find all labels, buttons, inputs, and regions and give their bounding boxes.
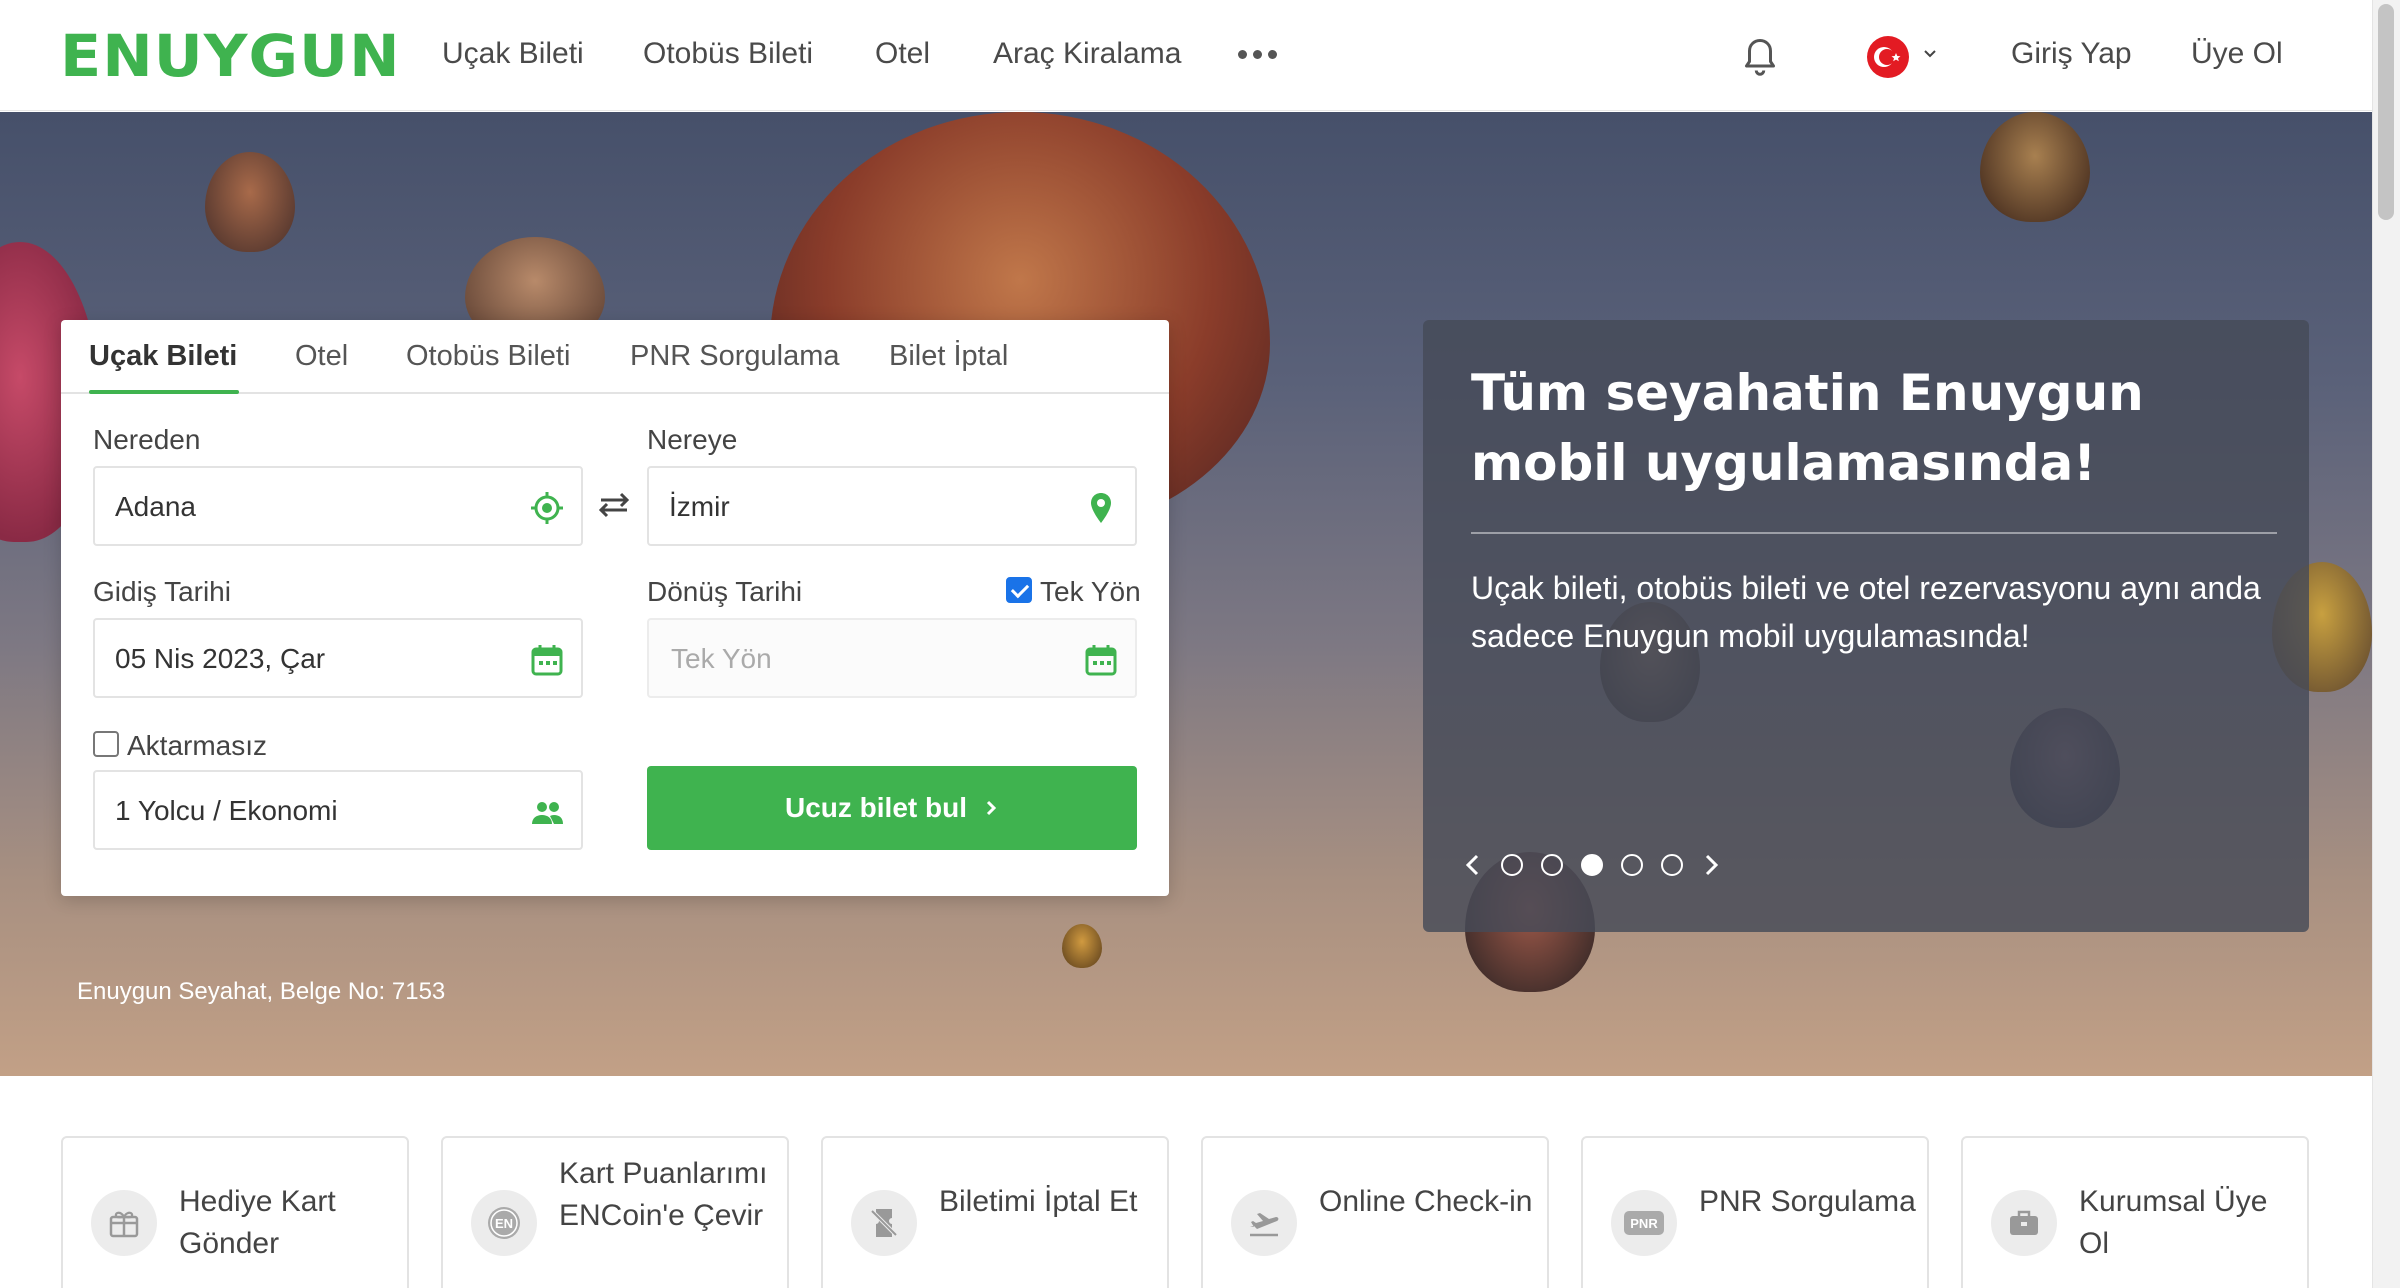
nav-otobus-bileti[interactable]: Otobüs Bileti	[643, 34, 813, 74]
from-value: Adana	[115, 491, 196, 522]
carousel-dot[interactable]	[1621, 854, 1643, 876]
direct-checkbox[interactable]	[93, 731, 119, 757]
app-promo-card: Tüm seyahatin Enuygun mobil uygulamasınd…	[1423, 320, 2309, 932]
quick-link-corporate[interactable]: Kurumsal Üye Ol	[1961, 1136, 2309, 1288]
promo-text: Uçak bileti, otobüs bileti ve otel rezer…	[1471, 570, 2261, 654]
active-tab-indicator	[89, 390, 239, 394]
encoin-icon: EN	[471, 1190, 537, 1256]
tab-otel[interactable]: Otel	[295, 336, 348, 376]
top-header: ENUYGUN Uçak Bileti Otobüs Bileti Otel A…	[0, 0, 2372, 111]
return-date-field[interactable]: Tek Yön	[647, 618, 1137, 698]
search-submit-label: Ucuz bilet bul	[785, 792, 967, 823]
quick-link-pnr[interactable]: PNR PNR Sorgulama	[1581, 1136, 1929, 1288]
pnr-icon: PNR	[1611, 1190, 1677, 1256]
flight-search-panel: Uçak Bileti Otel Otobüs Bileti PNR Sorgu…	[61, 320, 1169, 896]
direct-label[interactable]: Aktarmasız	[127, 730, 267, 762]
quick-link-label: Kurumsal Üye Ol	[2079, 1185, 2268, 1260]
quick-link-encoin[interactable]: EN Kart Puanlarımı ENCoin'e Çevir	[441, 1136, 789, 1288]
passengers-field[interactable]: 1 Yolcu / Ekonomi	[93, 770, 583, 850]
chevron-left-icon[interactable]	[1463, 852, 1483, 878]
quick-link-label: Biletimi İptal Et	[939, 1185, 1138, 1218]
return-label: Dönüş Tarihi	[647, 576, 803, 607]
nav-otel[interactable]: Otel	[875, 34, 930, 74]
nav-arac-kiralama[interactable]: Araç Kiralama	[993, 34, 1181, 74]
search-submit-button[interactable]: Ucuz bilet bul	[647, 766, 1137, 850]
tab-pnr-sorgulama[interactable]: PNR Sorgulama	[630, 336, 840, 376]
oneway-checkbox[interactable]	[1006, 577, 1032, 603]
quick-link-gift-card[interactable]: Hediye Kart Gönder	[61, 1136, 409, 1288]
locate-icon[interactable]	[529, 490, 565, 526]
balloon-image	[1062, 924, 1102, 968]
quick-link-label: Hediye Kart Gönder	[179, 1185, 336, 1260]
from-field[interactable]: Adana	[93, 466, 583, 546]
quick-link-checkin[interactable]: Online Check-in	[1201, 1136, 1549, 1288]
bell-icon[interactable]	[1742, 36, 1778, 78]
enuygun-logo[interactable]: ENUYGUN	[60, 24, 401, 88]
chevron-right-icon[interactable]	[1701, 852, 1721, 878]
chevron-right-icon	[986, 800, 997, 816]
register-link[interactable]: Üye Ol	[2191, 34, 2283, 74]
tab-bilet-iptal[interactable]: Bilet İptal	[889, 336, 1008, 376]
balloon-image	[205, 152, 295, 252]
promo-title: Tüm seyahatin Enuygun mobil uygulamasınd…	[1471, 364, 2144, 492]
license-text: Enuygun Seyahat, Belge No: 7153	[77, 978, 446, 1005]
nav-ucak-bileti[interactable]: Uçak Bileti	[442, 34, 584, 74]
swap-icon[interactable]	[595, 490, 633, 520]
quick-link-label: Kart Puanlarımı ENCoin'e Çevir	[559, 1157, 768, 1232]
carousel-dot-active[interactable]	[1581, 854, 1603, 876]
chevron-down-icon[interactable]	[1922, 46, 1938, 62]
depart-date-value: 05 Nis 2023, Çar	[115, 643, 326, 674]
to-value: İzmir	[669, 491, 730, 522]
carousel-dot[interactable]	[1541, 854, 1563, 876]
gift-card-icon	[91, 1190, 157, 1256]
briefcase-icon	[1991, 1190, 2057, 1256]
promo-carousel-controls	[1463, 852, 1721, 878]
quick-link-label: PNR Sorgulama	[1699, 1185, 1916, 1218]
quick-link-label: Online Check-in	[1319, 1185, 1533, 1218]
to-field[interactable]: İzmir	[647, 466, 1137, 546]
map-pin-icon	[1091, 493, 1111, 523]
quick-link-cancel-ticket[interactable]: Biletimi İptal Et	[821, 1136, 1169, 1288]
tab-ucak-bileti[interactable]: Uçak Bileti	[89, 336, 237, 376]
more-dots-icon[interactable]	[1238, 50, 1277, 59]
turkey-flag-icon[interactable]	[1867, 36, 1909, 78]
depart-label: Gidiş Tarihi	[93, 576, 231, 607]
calendar-icon	[1085, 645, 1117, 676]
oneway-label[interactable]: Tek Yön	[1040, 576, 1141, 608]
from-label: Nereden	[93, 424, 201, 455]
plane-departure-icon	[1231, 1190, 1297, 1256]
to-label: Nereye	[647, 424, 738, 455]
svg-text:EN: EN	[495, 1216, 513, 1231]
promo-divider	[1471, 532, 2277, 534]
calendar-icon	[531, 645, 563, 676]
balloon-image	[1980, 112, 2090, 222]
search-tabs: Uçak Bileti Otel Otobüs Bileti PNR Sorgu…	[61, 320, 1169, 394]
carousel-dot[interactable]	[1501, 854, 1523, 876]
tab-otobus-bileti[interactable]: Otobüs Bileti	[406, 336, 570, 376]
carousel-dot[interactable]	[1661, 854, 1683, 876]
passengers-value: 1 Yolcu / Ekonomi	[115, 795, 338, 826]
people-icon	[532, 802, 563, 824]
scrollbar-thumb[interactable]	[2378, 4, 2394, 220]
login-link[interactable]: Giriş Yap	[2011, 34, 2132, 74]
svg-text:PNR: PNR	[1630, 1216, 1658, 1231]
depart-date-field[interactable]: 05 Nis 2023, Çar	[93, 618, 583, 698]
return-date-placeholder: Tek Yön	[671, 643, 772, 674]
ticket-cancel-icon	[851, 1190, 917, 1256]
